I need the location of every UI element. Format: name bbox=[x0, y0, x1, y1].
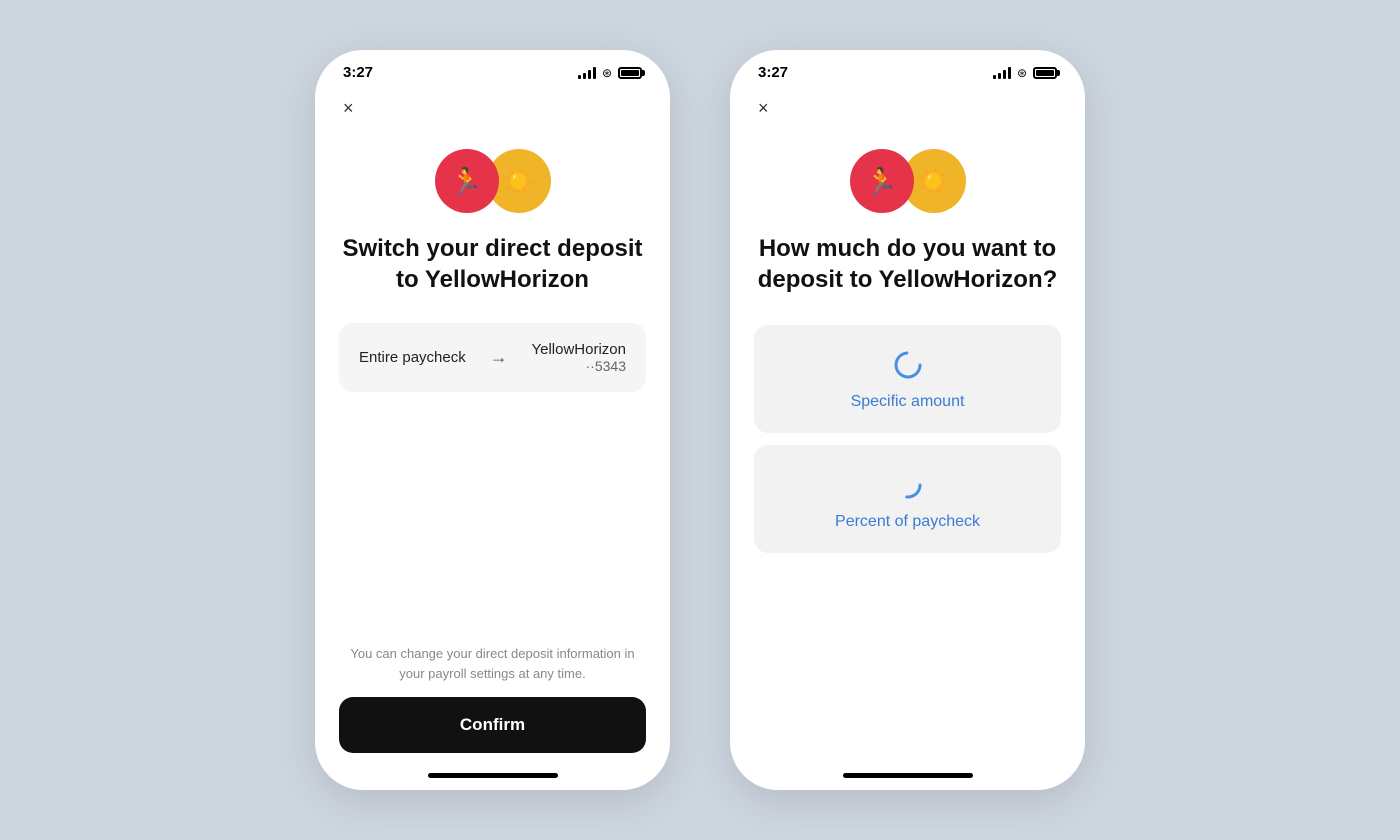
phone-1: 3:27 ⊛ × 🏃 ☀️ Switch your direct deposit… bbox=[315, 50, 670, 790]
deposit-card: Entire paycheck → YellowHorizon ··5343 bbox=[339, 323, 646, 392]
specific-amount-option[interactable]: Specific amount bbox=[754, 325, 1061, 433]
deposit-to-name: YellowHorizon bbox=[531, 341, 626, 358]
sun-icon-2: ☀️ bbox=[917, 166, 949, 197]
percent-paycheck-option[interactable]: Percent of paycheck bbox=[754, 445, 1061, 553]
deposit-to-container: YellowHorizon ··5343 bbox=[531, 341, 626, 374]
icon-group-2: 🏃 ☀️ bbox=[850, 149, 966, 213]
deposit-arrow-icon: → bbox=[490, 347, 508, 368]
battery-icon-1 bbox=[618, 67, 642, 79]
close-button-1[interactable]: × bbox=[339, 95, 358, 121]
sun-icon-1: ☀️ bbox=[502, 166, 534, 197]
specific-amount-icon bbox=[890, 347, 926, 383]
phone2-content: 🏃 ☀️ How much do you want to deposit to … bbox=[730, 129, 1085, 773]
red-icon-circle-1: 🏃 bbox=[435, 149, 499, 213]
status-bar-1: 3:27 ⊛ bbox=[315, 50, 670, 87]
red-icon-circle-2: 🏃 bbox=[850, 149, 914, 213]
percent-paycheck-label: Percent of paycheck bbox=[835, 513, 980, 531]
home-indicator-1 bbox=[428, 773, 558, 778]
battery-icon-2 bbox=[1033, 67, 1057, 79]
status-icons-2: ⊛ bbox=[993, 66, 1057, 80]
phone-2: 3:27 ⊛ × 🏃 ☀️ How much do you want to de… bbox=[730, 50, 1085, 790]
phone1-title: Switch your direct deposit to YellowHori… bbox=[339, 233, 646, 295]
status-time-1: 3:27 bbox=[343, 64, 373, 81]
phone2-title: How much do you want to deposit to Yello… bbox=[754, 233, 1061, 295]
status-icons-1: ⊛ bbox=[578, 66, 642, 80]
icon-group-1: 🏃 ☀️ bbox=[435, 149, 551, 213]
wifi-icon-1: ⊛ bbox=[602, 66, 612, 80]
home-indicator-2 bbox=[843, 773, 973, 778]
signal-icon-1 bbox=[578, 67, 596, 79]
status-bar-2: 3:27 ⊛ bbox=[730, 50, 1085, 87]
deposit-from-label: Entire paycheck bbox=[359, 349, 466, 366]
specific-amount-label: Specific amount bbox=[851, 393, 965, 411]
runner-icon-1: 🏃 bbox=[450, 166, 482, 197]
signal-icon-2 bbox=[993, 67, 1011, 79]
deposit-to-account: ··5343 bbox=[531, 358, 626, 374]
confirm-button[interactable]: Confirm bbox=[339, 697, 646, 753]
phone1-content: 🏃 ☀️ Switch your direct deposit to Yello… bbox=[315, 129, 670, 773]
percent-paycheck-icon bbox=[890, 467, 926, 503]
close-button-2[interactable]: × bbox=[754, 95, 773, 121]
status-time-2: 3:27 bbox=[758, 64, 788, 81]
footer-note: You can change your direct deposit infor… bbox=[339, 644, 646, 683]
wifi-icon-2: ⊛ bbox=[1017, 66, 1027, 80]
runner-icon-2: 🏃 bbox=[865, 166, 897, 197]
